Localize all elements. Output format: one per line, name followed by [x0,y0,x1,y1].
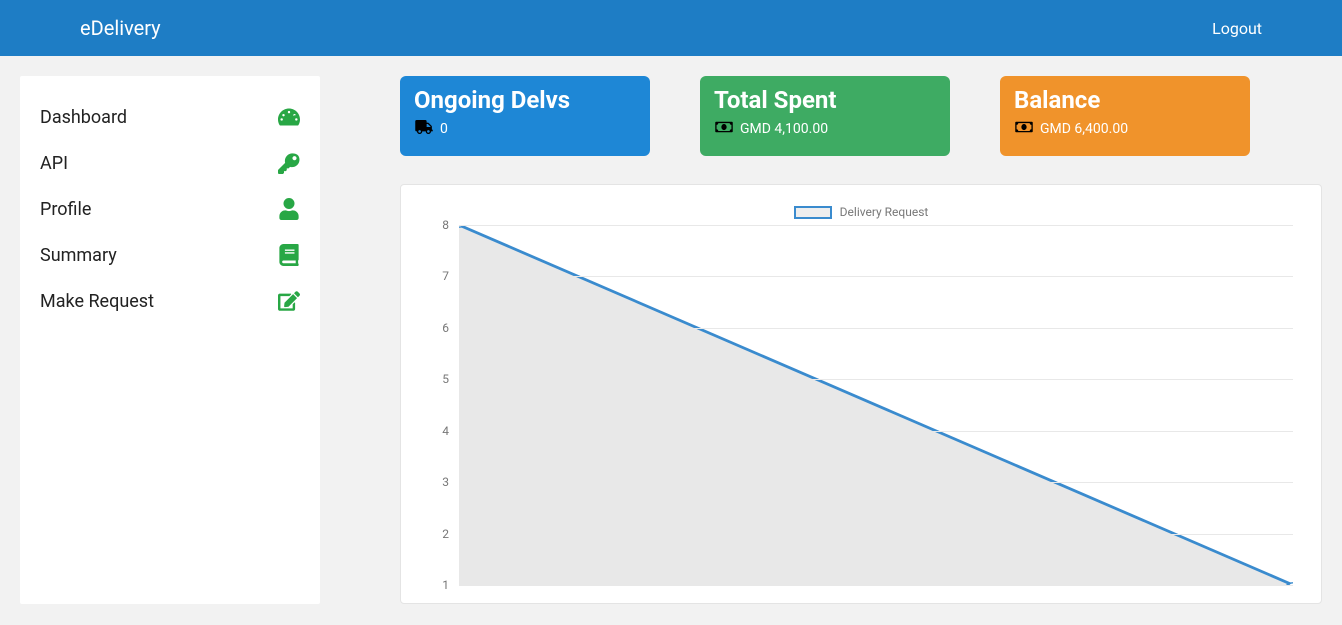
top-bar: eDelivery Logout [0,0,1342,56]
sidebar-item-label: Dashboard [40,107,127,128]
plot-area [459,225,1293,585]
chart-series [459,225,1293,585]
dashboard-icon [278,106,300,128]
card-title: Total Spent [714,86,936,114]
gridline [459,585,1293,586]
y-tick: 7 [429,269,449,283]
gridline [459,379,1293,380]
gridline [459,534,1293,535]
gridline [459,431,1293,432]
sidebar-item-label: Make Request [40,291,154,312]
gridline [459,276,1293,277]
card-title: Balance [1014,86,1236,114]
gridline [459,328,1293,329]
card-balance: Balance GMD 6,400.00 [1000,76,1250,156]
sidebar-item-summary[interactable]: Summary [40,232,300,278]
sidebar-item-label: Summary [40,245,117,266]
card-value: 0 [440,121,448,137]
y-axis: 12345678 [429,225,449,585]
card-ongoing-delvs: Ongoing Delvs 0 [400,76,650,156]
book-icon [278,244,300,266]
gridline [459,482,1293,483]
sidebar-item-label: Profile [40,199,91,220]
chart-panel: Delivery Request 12345678 [400,184,1322,604]
y-tick: 2 [429,527,449,541]
key-icon [278,152,300,174]
main-content: Ongoing Delvs 0 Total Spent GMD 4,100.00 [400,76,1322,604]
gridline [459,225,1293,226]
y-tick: 6 [429,321,449,335]
y-tick: 3 [429,475,449,489]
card-value: GMD 6,400.00 [1040,121,1128,137]
money-icon [1014,120,1034,138]
sidebar-item-api[interactable]: API [40,140,300,186]
y-tick: 4 [429,424,449,438]
truck-icon [414,120,434,138]
card-title: Ongoing Delvs [414,86,636,114]
chart-area: 12345678 [451,225,1301,585]
sidebar-item-make-request[interactable]: Make Request [40,278,300,324]
sidebar: Dashboard API Profile Summary Make Reque [20,76,320,604]
chart-legend: Delivery Request [421,205,1301,219]
sidebar-item-dashboard[interactable]: Dashboard [40,94,300,140]
y-tick: 5 [429,372,449,386]
stat-cards: Ongoing Delvs 0 Total Spent GMD 4,100.00 [400,76,1322,156]
card-value: GMD 4,100.00 [740,121,828,137]
edit-icon [278,290,300,312]
money-icon [714,120,734,138]
sidebar-item-profile[interactable]: Profile [40,186,300,232]
logout-link[interactable]: Logout [1212,19,1262,38]
brand[interactable]: eDelivery [80,16,161,40]
y-tick: 1 [429,578,449,592]
sidebar-item-label: API [40,153,68,174]
y-tick: 8 [429,218,449,232]
legend-label: Delivery Request [840,205,929,219]
legend-swatch [794,206,832,219]
user-icon [278,198,300,220]
card-total-spent: Total Spent GMD 4,100.00 [700,76,950,156]
